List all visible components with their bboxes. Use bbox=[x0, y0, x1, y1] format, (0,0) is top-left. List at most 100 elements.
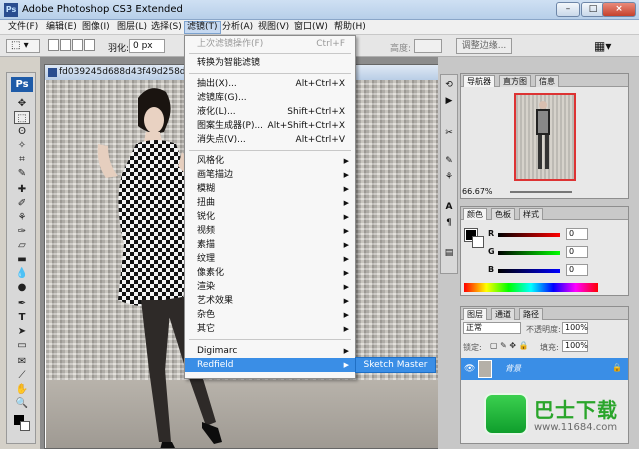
filter-pattern-maker[interactable]: 图案生成器(P)... Alt+Shift+Ctrl+X bbox=[185, 119, 355, 133]
filter-video[interactable]: 视频 ▶ bbox=[185, 224, 355, 238]
tab-channels[interactable]: 通道 bbox=[491, 308, 515, 320]
filter-extract-shortcut: Alt+Ctrl+X bbox=[295, 79, 345, 89]
history-brush-tool-icon[interactable]: ✑ bbox=[14, 225, 30, 238]
menu-image[interactable]: 图像(I) bbox=[80, 21, 112, 34]
zoom-tool-icon[interactable]: 🔍 bbox=[14, 397, 30, 410]
filter-convert-smart[interactable]: 转换为智能滤镜 bbox=[185, 56, 355, 70]
dodge-tool-icon[interactable]: ● bbox=[14, 281, 30, 294]
channel-g-value[interactable]: 0 bbox=[566, 246, 588, 258]
layer-name[interactable]: 背景 bbox=[505, 363, 521, 374]
menu-analysis[interactable]: 分析(A) bbox=[220, 21, 255, 34]
lasso-tool-icon[interactable]: ʘ bbox=[14, 125, 30, 138]
filter-redfield[interactable]: Redfield ▶ bbox=[185, 358, 355, 372]
tab-histogram[interactable]: 直方图 bbox=[499, 75, 531, 87]
marquee-tool-icon[interactable]: ⬚ bbox=[14, 111, 30, 124]
channel-r-value[interactable]: 0 bbox=[566, 228, 588, 240]
close-button[interactable]: × bbox=[602, 2, 636, 17]
menu-edit[interactable]: 编辑(E) bbox=[44, 21, 79, 34]
layer-row-background[interactable]: 👁 背景 🔒 bbox=[461, 358, 628, 380]
filter-gallery[interactable]: 滤镜库(G)... bbox=[185, 91, 355, 105]
menu-window[interactable]: 窗口(W) bbox=[292, 21, 330, 34]
tab-swatches[interactable]: 色板 bbox=[491, 208, 515, 220]
minimize-button[interactable]: – bbox=[556, 2, 580, 17]
tool-presets-icon[interactable]: ✂ bbox=[443, 127, 455, 139]
clone-stamp-tool-icon[interactable]: ⚘ bbox=[14, 211, 30, 224]
paragraph-panel-icon[interactable]: ¶ bbox=[443, 217, 455, 229]
slice-tool-icon[interactable]: ✎ bbox=[14, 167, 30, 180]
menu-view[interactable]: 视图(V) bbox=[256, 21, 291, 34]
crop-tool-icon[interactable]: ⌗ bbox=[14, 153, 30, 166]
move-tool-icon[interactable]: ✥ bbox=[14, 97, 30, 110]
filter-blur[interactable]: 模糊 ▶ bbox=[185, 182, 355, 196]
filter-other[interactable]: 其它 ▶ bbox=[185, 322, 355, 336]
gradient-tool-icon[interactable]: ▬ bbox=[14, 253, 30, 266]
tab-info[interactable]: 信息 bbox=[535, 75, 559, 87]
clone-source-icon[interactable]: ⚘ bbox=[443, 171, 455, 183]
menu-layer[interactable]: 图层(L) bbox=[115, 21, 149, 34]
filter-artistic[interactable]: 艺术效果 ▶ bbox=[185, 294, 355, 308]
blur-tool-icon[interactable]: 💧 bbox=[14, 267, 30, 280]
filter-brush-strokes[interactable]: 画笔描边 ▶ bbox=[185, 168, 355, 182]
filter-extract[interactable]: 抽出(X)... Alt+Ctrl+X bbox=[185, 77, 355, 91]
filter-pixelate[interactable]: 像素化 ▶ bbox=[185, 266, 355, 280]
filter-liquify[interactable]: 液化(L)... Shift+Ctrl+X bbox=[185, 105, 355, 119]
channel-b-slider[interactable] bbox=[498, 269, 560, 273]
healing-brush-tool-icon[interactable]: ✚ bbox=[14, 183, 30, 196]
channel-r-slider[interactable] bbox=[498, 233, 560, 237]
magic-wand-tool-icon[interactable]: ✧ bbox=[14, 139, 30, 152]
hand-tool-icon[interactable]: ✋ bbox=[14, 383, 30, 396]
background-color-swatch[interactable] bbox=[20, 421, 30, 431]
background-color-chip[interactable] bbox=[472, 236, 484, 248]
menu-help[interactable]: 帮助(H) bbox=[332, 21, 368, 34]
filter-render[interactable]: 渲染 ▶ bbox=[185, 280, 355, 294]
shape-tool-icon[interactable]: ▭ bbox=[14, 339, 30, 352]
brushes-panel-icon[interactable]: ✎ bbox=[443, 155, 455, 167]
feather-input[interactable]: 0 px bbox=[129, 39, 165, 53]
tool-preset-picker[interactable]: ⬚ ▾ bbox=[6, 39, 40, 53]
fill-input[interactable]: 100% bbox=[562, 340, 588, 352]
path-selection-tool-icon[interactable]: ➤ bbox=[14, 325, 30, 338]
filter-last-filter[interactable]: 上次滤镜操作(F) Ctrl+F bbox=[185, 37, 355, 51]
height-input[interactable] bbox=[414, 39, 442, 53]
menu-file[interactable]: 文件(F) bbox=[6, 21, 40, 34]
selection-mode-icons[interactable] bbox=[48, 39, 98, 53]
navigator-thumbnail[interactable] bbox=[514, 93, 576, 181]
filter-sharpen[interactable]: 锐化 ▶ bbox=[185, 210, 355, 224]
filter-digimarc[interactable]: Digimarc ▶ bbox=[185, 344, 355, 358]
refine-edge-button[interactable]: 调整边缘... bbox=[456, 38, 512, 54]
menu-select[interactable]: 选择(S) bbox=[149, 21, 184, 34]
notes-tool-icon[interactable]: ✉ bbox=[14, 355, 30, 368]
eraser-tool-icon[interactable]: ▱ bbox=[14, 239, 30, 252]
pen-tool-icon[interactable]: ✒ bbox=[14, 297, 30, 310]
workspace-icon[interactable]: ▦▾ bbox=[594, 39, 611, 53]
filter-vanishing-point[interactable]: 消失点(V)... Alt+Ctrl+V bbox=[185, 133, 355, 147]
history-panel-icon[interactable]: ⟲ bbox=[443, 79, 455, 91]
filter-sketch[interactable]: 素描 ▶ bbox=[185, 238, 355, 252]
blend-mode-select[interactable]: 正常 bbox=[463, 322, 521, 334]
actions-panel-icon[interactable]: ▶ bbox=[443, 95, 455, 107]
tab-layers[interactable]: 图层 bbox=[463, 308, 487, 320]
tab-navigator[interactable]: 导航器 bbox=[463, 75, 495, 87]
character-panel-icon[interactable]: A bbox=[443, 201, 455, 213]
lock-icons[interactable]: ▢ ✎ ✥ 🔒 bbox=[490, 341, 529, 350]
brush-tool-icon[interactable]: ✐ bbox=[14, 197, 30, 210]
color-spectrum-bar[interactable] bbox=[464, 283, 598, 292]
menu-filter[interactable]: 滤镜(T) bbox=[184, 21, 221, 34]
filter-texture[interactable]: 纹理 ▶ bbox=[185, 252, 355, 266]
tab-paths[interactable]: 路径 bbox=[519, 308, 543, 320]
tab-color[interactable]: 颜色 bbox=[463, 208, 487, 220]
filter-noise[interactable]: 杂色 ▶ bbox=[185, 308, 355, 322]
filter-stylize[interactable]: 风格化 ▶ bbox=[185, 154, 355, 168]
zoom-slider[interactable] bbox=[510, 191, 572, 193]
eye-icon[interactable]: 👁 bbox=[464, 364, 475, 374]
type-tool-icon[interactable]: T bbox=[14, 311, 30, 324]
zoom-level[interactable]: 66.67% bbox=[462, 187, 493, 196]
layer-comps-icon[interactable]: ▤ bbox=[443, 247, 455, 259]
opacity-input[interactable]: 100% bbox=[562, 322, 588, 334]
channel-b-value[interactable]: 0 bbox=[566, 264, 588, 276]
filter-distort[interactable]: 扭曲 ▶ bbox=[185, 196, 355, 210]
eyedropper-tool-icon[interactable]: ⟋ bbox=[14, 369, 30, 382]
channel-g-slider[interactable] bbox=[498, 251, 560, 255]
tab-styles[interactable]: 样式 bbox=[519, 208, 543, 220]
submenu-sketch-master[interactable]: Sketch Master bbox=[355, 357, 436, 373]
